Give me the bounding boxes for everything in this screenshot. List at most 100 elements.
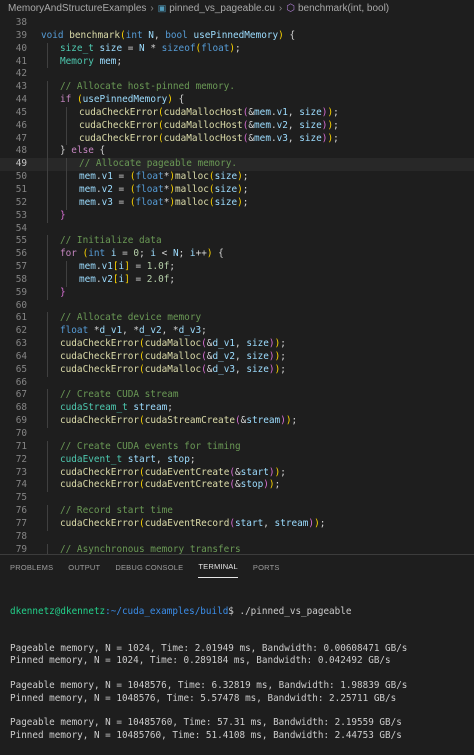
tab-ports[interactable]: PORTS bbox=[253, 557, 280, 578]
line-number: 78 bbox=[15, 530, 27, 542]
code-token: ; bbox=[235, 42, 241, 54]
code-line[interactable]: 60 bbox=[0, 300, 474, 313]
code-line[interactable]: 65 cudaCheckError(cudaMalloc(&d_v3, size)… bbox=[0, 363, 474, 377]
code-line[interactable]: 40 size_t size = N * sizeof(float); bbox=[0, 42, 474, 56]
code-line[interactable]: 54 bbox=[0, 223, 474, 236]
code-line[interactable]: 68 cudaStream_t stream; bbox=[0, 402, 474, 416]
code-token: float bbox=[135, 183, 164, 195]
code-line[interactable]: 78 bbox=[0, 531, 474, 544]
code-line[interactable]: 72 cudaEvent_t start, stop; bbox=[0, 453, 474, 467]
code-token: // Create CUDA stream bbox=[60, 389, 179, 401]
code-line[interactable]: 74 cudaCheckError(cudaEventCreate(&stop))… bbox=[0, 479, 474, 493]
code-line[interactable]: 41 Memory mem; bbox=[0, 55, 474, 69]
code-line[interactable]: 51 mem.v2 = (float*)malloc(size); bbox=[0, 183, 474, 197]
panel-tab-bar: PROBLEMS OUTPUT DEBUG CONSOLE TERMINAL PORTS bbox=[0, 554, 474, 579]
code-token: cudaCheckError bbox=[60, 350, 140, 362]
breadcrumb-folder[interactable]: MemoryAndStructureExamples bbox=[8, 3, 146, 14]
code-line[interactable]: 59} bbox=[0, 286, 474, 300]
code-token: stop bbox=[240, 479, 264, 491]
line-number: 76 bbox=[15, 505, 27, 517]
code-token: start bbox=[240, 466, 269, 478]
code-line[interactable]: 48} else { bbox=[0, 145, 474, 159]
code-line[interactable]: 45 cudaCheckError(cudaMallocHost(&mem.v1,… bbox=[0, 106, 474, 120]
code-line[interactable]: 75 bbox=[0, 492, 474, 505]
terminal-line: Pinned memory, N = 10485760, Time: 51.41… bbox=[10, 729, 402, 741]
code-token: v3 bbox=[101, 196, 113, 208]
code-line[interactable]: 61 // Allocate device memory bbox=[0, 312, 474, 326]
code-line[interactable]: 69 cudaCheckError(cudaStreamCreate(&strea… bbox=[0, 415, 474, 428]
code-token: = bbox=[122, 42, 140, 54]
code-line[interactable]: 42 bbox=[0, 68, 474, 81]
code-token: stream bbox=[133, 402, 168, 414]
line-number: 42 bbox=[15, 68, 27, 80]
code-token: // Allocate pageable memory. bbox=[79, 158, 238, 170]
code-token: , bbox=[155, 453, 168, 465]
line-number: 74 bbox=[15, 479, 27, 491]
code-token: ; bbox=[242, 196, 249, 208]
code-line[interactable]: 71 // Create CUDA events for timing bbox=[0, 440, 474, 454]
line-number: 79 bbox=[15, 543, 27, 554]
code-line[interactable]: 53} bbox=[0, 209, 474, 223]
code-line[interactable]: 56 for (int i = 0; i < N; i++) { bbox=[0, 248, 474, 262]
code-token: stream bbox=[246, 415, 281, 427]
code-token: , * bbox=[122, 325, 140, 337]
code-token: * bbox=[144, 42, 162, 54]
code-line[interactable]: 70 bbox=[0, 428, 474, 441]
line-number: 75 bbox=[15, 492, 27, 504]
code-line[interactable]: 47 cudaCheckError(cudaMallocHost(&mem.v3,… bbox=[0, 132, 474, 146]
code-token: cudaEventRecord bbox=[144, 517, 230, 529]
code-token: ; bbox=[274, 479, 281, 491]
code-line[interactable]: 64 cudaCheckError(cudaMalloc(&d_v2, size)… bbox=[0, 350, 474, 364]
code-token: cudaEventCreate bbox=[144, 466, 230, 478]
code-line[interactable]: 52 mem.v3 = (float*)malloc(size); bbox=[0, 196, 474, 210]
code-line[interactable]: 39 void benchmark(int N, bool usePinnedMe… bbox=[0, 30, 474, 43]
code-line[interactable]: 63 cudaCheckError(cudaMalloc(&d_v1, size)… bbox=[0, 338, 474, 351]
code-line[interactable]: 55 // Initialize data bbox=[0, 235, 474, 249]
code-token: 1.0f bbox=[146, 261, 170, 273]
code-line[interactable]: 66 bbox=[0, 377, 474, 390]
code-token: cudaMalloc bbox=[144, 338, 202, 350]
breadcrumb-symbol[interactable]: benchmark(int, bool) bbox=[298, 3, 389, 14]
code-line[interactable]: 38 bbox=[0, 17, 474, 30]
code-line[interactable]: 57 mem.v1[i] = 1.0f; bbox=[0, 261, 474, 274]
code-token: = bbox=[116, 248, 134, 260]
code-line[interactable]: 79 // Asynchronous memory transfers bbox=[0, 543, 474, 554]
method-cube-icon: ⬡ bbox=[286, 3, 295, 14]
code-token: mem bbox=[79, 183, 96, 195]
code-token: = bbox=[112, 171, 130, 183]
code-token: ; bbox=[280, 363, 286, 375]
code-token: ; bbox=[167, 402, 173, 414]
code-line[interactable]: 62 float *d_v1, *d_v2, *d_v3; bbox=[0, 325, 474, 339]
code-editor[interactable]: 38 39 void benchmark(int N, bool usePinned… bbox=[0, 17, 474, 554]
line-number: 71 bbox=[15, 440, 27, 452]
line-number: 39 bbox=[15, 29, 27, 41]
terminal-line: Pageable memory, N = 1024, Time: 2.01949… bbox=[10, 643, 408, 655]
code-line[interactable]: 49 // Allocate pageable memory. bbox=[0, 158, 474, 172]
line-number: 40 bbox=[15, 42, 27, 54]
chevron-right-icon: › bbox=[278, 3, 283, 14]
code-line[interactable]: 58 mem.v2[i] = 2.0f; bbox=[0, 273, 474, 287]
code-line[interactable]: 50 mem.v1 = (float*)malloc(size); bbox=[0, 171, 474, 184]
code-line[interactable]: 76 // Record start time bbox=[0, 505, 474, 518]
code-line[interactable]: 46 cudaCheckError(cudaMallocHost(&mem.v2,… bbox=[0, 119, 474, 133]
code-token: Memory bbox=[60, 55, 100, 67]
tab-output[interactable]: OUTPUT bbox=[68, 557, 100, 578]
code-line[interactable]: 73 cudaCheckError(cudaEventCreate(&start)… bbox=[0, 466, 474, 480]
code-line[interactable]: 43 // Allocate host-pinned memory. bbox=[0, 81, 474, 95]
code-text: mem.v3 = (float*)malloc(size); bbox=[41, 197, 248, 210]
tab-problems[interactable]: PROBLEMS bbox=[10, 557, 53, 578]
tab-debug-console[interactable]: DEBUG CONSOLE bbox=[115, 557, 183, 578]
terminal-output[interactable]: dkennetz@dkennetz:~/cuda_examples/build$… bbox=[0, 579, 474, 755]
terminal-lines: Pageable memory, N = 1024, Time: 2.01949… bbox=[10, 643, 468, 742]
code-line[interactable]: 44 if (usePinnedMemory) { bbox=[0, 94, 474, 107]
breadcrumb-file[interactable]: pinned_vs_pageable.cu bbox=[169, 3, 275, 14]
code-token: stop bbox=[167, 453, 190, 465]
line-number: 65 bbox=[15, 363, 27, 375]
code-line[interactable]: 67 // Create CUDA stream bbox=[0, 389, 474, 403]
line-number: 67 bbox=[15, 389, 27, 401]
code-token: v2 bbox=[276, 119, 288, 131]
code-line[interactable]: 77 cudaCheckError(cudaEventRecord(start, … bbox=[0, 517, 474, 531]
tab-terminal[interactable]: TERMINAL bbox=[198, 556, 238, 578]
line-number: 63 bbox=[15, 338, 27, 350]
